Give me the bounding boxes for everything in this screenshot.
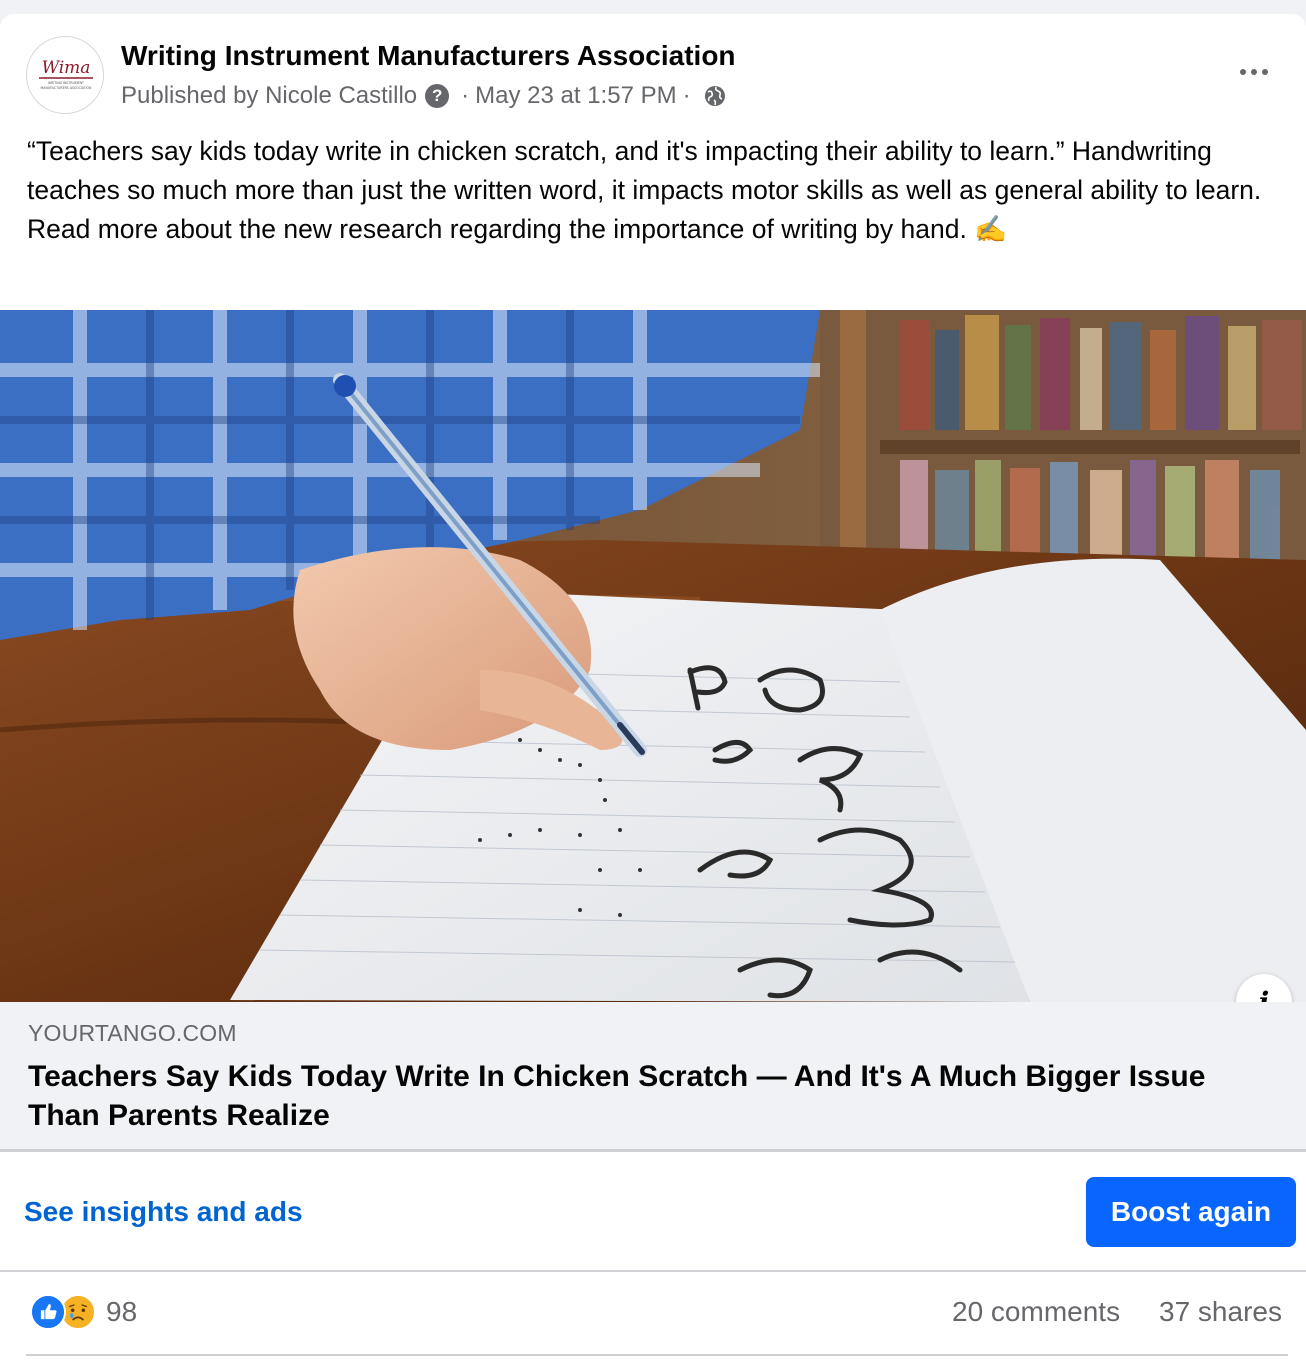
dot-icon bbox=[1251, 69, 1257, 75]
logo-subtext-2: MANUFACTURERS ASSOCIATION bbox=[41, 86, 93, 90]
dot-icon bbox=[1262, 69, 1268, 75]
post-timestamp[interactable]: May 23 at 1:57 PM bbox=[475, 82, 676, 110]
post-meta: Published by Nicole Castillo ? · May 23 … bbox=[121, 82, 727, 110]
reactions-summary[interactable]: 98 bbox=[30, 1294, 137, 1330]
post-header: Wima WRITING INSTRUMENT MANUFACTURERS AS… bbox=[0, 14, 1306, 124]
reaction-count: 98 bbox=[106, 1296, 138, 1327]
meta-separator: · bbox=[461, 82, 470, 109]
logo-text: Wima bbox=[42, 58, 91, 78]
published-by[interactable]: Published by Nicole Castillo bbox=[121, 82, 417, 110]
see-insights-link[interactable]: See insights and ads bbox=[24, 1196, 303, 1228]
engagement-stats: 98 20 comments 37 shares bbox=[0, 1272, 1306, 1352]
logo-subtext-1: WRITING INSTRUMENT bbox=[48, 81, 84, 85]
link-preview-caption[interactable]: YOURTANGO.COM Teachers Say Kids Today Wr… bbox=[0, 1002, 1306, 1152]
link-domain: YOURTANGO.COM bbox=[28, 1020, 237, 1046]
meta-separator: · bbox=[682, 82, 691, 109]
like-icon bbox=[30, 1294, 66, 1330]
link-preview-image[interactable] bbox=[0, 310, 1306, 1002]
divider bbox=[26, 1354, 1288, 1356]
page-name-link[interactable]: Writing Instrument Manufacturers Associa… bbox=[121, 40, 736, 72]
wima-logo: Wima WRITING INSTRUMENT MANUFACTURERS AS… bbox=[39, 58, 93, 90]
more-options-button[interactable] bbox=[1228, 54, 1280, 90]
post-body-text: “Teachers say kids today write in chicke… bbox=[27, 136, 1262, 244]
page-avatar[interactable]: Wima WRITING INSTRUMENT MANUFACTURERS AS… bbox=[26, 36, 104, 114]
boost-again-button[interactable]: Boost again bbox=[1086, 1177, 1296, 1247]
help-icon[interactable]: ? bbox=[425, 84, 450, 108]
shares-count-link[interactable]: 37 shares bbox=[1159, 1296, 1282, 1328]
comments-count-link[interactable]: 20 comments bbox=[952, 1296, 1120, 1328]
globe-icon[interactable] bbox=[703, 84, 727, 108]
post-actions: See insights and ads Boost again bbox=[0, 1152, 1306, 1272]
post-card: Wima WRITING INSTRUMENT MANUFACTURERS AS… bbox=[0, 14, 1306, 1363]
dot-icon bbox=[1240, 69, 1246, 75]
link-title[interactable]: Teachers Say Kids Today Write In Chicken… bbox=[28, 1057, 1258, 1135]
